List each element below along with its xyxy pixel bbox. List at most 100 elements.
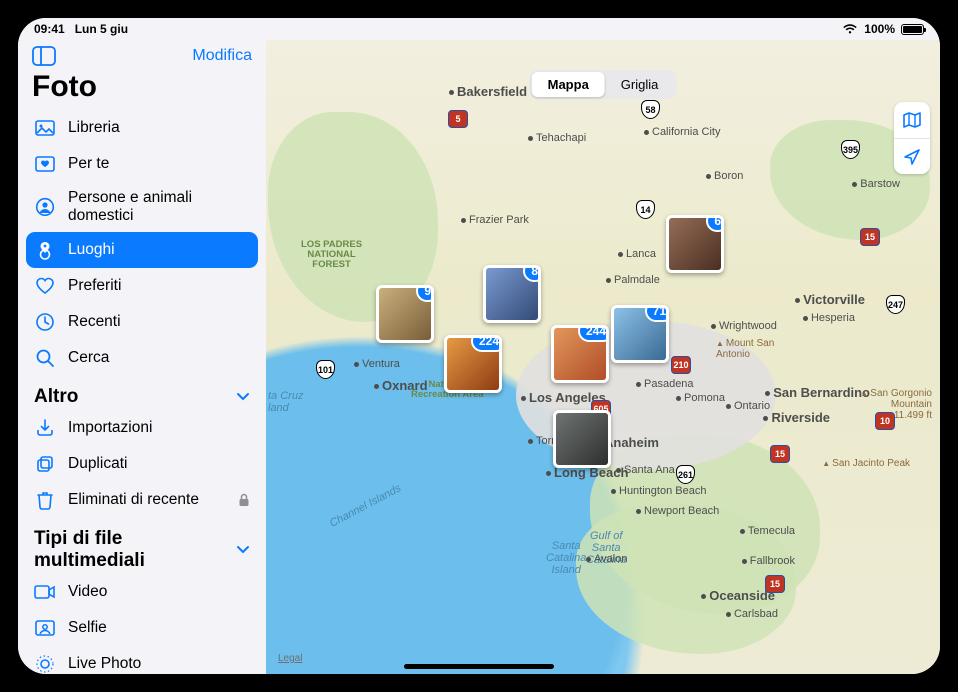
- map-label: San Bernardino: [765, 385, 870, 400]
- status-time: 09:41: [34, 22, 65, 36]
- sidebar: Modifica Foto Libreria Per te Persone e …: [18, 40, 266, 674]
- view-toggle-map[interactable]: Mappa: [532, 72, 605, 97]
- sidebar-item-imports[interactable]: Importazioni: [26, 410, 258, 446]
- map-label: Victorville: [795, 292, 865, 307]
- screen: 09:41 Lun 5 giu 100% ••• Modifica: [18, 18, 940, 674]
- sidebar-item-people[interactable]: Persone e animali domestici: [26, 182, 258, 232]
- edit-button[interactable]: Modifica: [192, 47, 252, 65]
- sidebar-item-label: Luoghi: [68, 241, 115, 259]
- sidebar-item-foryou[interactable]: Per te: [26, 146, 258, 182]
- sidebar-item-library[interactable]: Libreria: [26, 110, 258, 146]
- map-label: ta Cruz land: [268, 390, 323, 414]
- shield-i10: 10: [875, 412, 895, 430]
- shield-i5: 5: [448, 110, 468, 128]
- map-label: Wrightwood: [711, 320, 777, 332]
- trash-icon: [34, 489, 56, 511]
- map-label: Hesperia: [803, 312, 855, 324]
- map-label: LOS PADRES NATIONAL FOREST: [301, 240, 362, 270]
- shield-i210: 210: [671, 356, 691, 374]
- sidebar-item-label: Recenti: [68, 313, 121, 331]
- sidebar-item-label: Cerca: [68, 349, 109, 367]
- status-right: 100%: [842, 22, 924, 36]
- section-header-media[interactable]: Tipi di file multimediali: [26, 518, 258, 574]
- sidebar-item-label: Preferiti: [68, 277, 121, 295]
- map-label: San Gorgonio Mountain 11.499 ft: [860, 388, 932, 421]
- photo-cluster[interactable]: 8: [483, 265, 541, 323]
- sidebar-item-label: Libreria: [68, 119, 120, 137]
- map-label: Pomona: [676, 392, 725, 404]
- sidebar-item-label: Video: [68, 583, 107, 601]
- status-bar: 09:41 Lun 5 giu 100%: [18, 18, 940, 40]
- sidebar-item-places[interactable]: Luoghi: [26, 232, 258, 268]
- map-label: Lanca: [618, 248, 656, 260]
- map-label: Huntington Beach: [611, 485, 706, 497]
- map-label: California City: [644, 126, 720, 138]
- map-label: Riverside: [763, 410, 830, 425]
- home-indicator[interactable]: [404, 664, 554, 669]
- sidebar-item-deleted[interactable]: Eliminati di recente: [26, 482, 258, 518]
- heart-icon: [34, 275, 56, 297]
- cluster-count-badge: 6: [706, 215, 724, 232]
- map-legal[interactable]: Legal: [278, 653, 302, 664]
- sidebar-item-livephoto[interactable]: Live Photo: [26, 646, 258, 674]
- map-label: Santa Catalina Island: [546, 540, 586, 576]
- status-left: 09:41 Lun 5 giu: [34, 22, 128, 36]
- sidebar-item-label: Eliminati di recente: [68, 491, 199, 509]
- map-style-button[interactable]: [894, 102, 930, 138]
- map-label: Carlsbad: [726, 608, 778, 620]
- map-label: Pasadena: [636, 378, 694, 390]
- locate-me-button[interactable]: [894, 138, 930, 174]
- sidebar-item-recents[interactable]: Recenti: [26, 304, 258, 340]
- cluster-count-badge: 244: [578, 325, 609, 342]
- duplicate-icon: [34, 453, 56, 475]
- cluster-count-badge: 8: [523, 265, 541, 282]
- sidebar-item-label: Live Photo: [68, 655, 141, 673]
- sidebar-item-label: Persone e animali domestici: [68, 189, 250, 225]
- chevron-down-icon: [236, 545, 250, 555]
- photo-cluster[interactable]: 244: [551, 325, 609, 383]
- photo-cluster[interactable]: 0: [553, 410, 611, 468]
- view-toggle[interactable]: Mappa Griglia: [530, 70, 677, 99]
- map-label: Bakersfield: [449, 84, 527, 99]
- map-label: Temecula: [740, 525, 795, 537]
- map-label: Avalon: [586, 553, 627, 565]
- sidebar-item-label: Duplicati: [68, 455, 127, 473]
- view-toggle-grid[interactable]: Griglia: [605, 72, 675, 97]
- cluster-thumbnail: [556, 413, 608, 465]
- sidebar-toggle-icon[interactable]: [32, 46, 56, 66]
- section-header-other[interactable]: Altro: [26, 376, 258, 410]
- foryou-icon: [34, 153, 56, 175]
- search-icon: [34, 347, 56, 369]
- map-area[interactable]: Mappa Griglia Bakersfield Tehachapi Cali…: [266, 40, 940, 674]
- photo-cluster[interactable]: 9: [376, 285, 434, 343]
- library-icon: [34, 117, 56, 139]
- sidebar-item-search[interactable]: Cerca: [26, 340, 258, 376]
- selfie-icon: [34, 617, 56, 639]
- shield-i15: 15: [770, 445, 790, 463]
- status-date: Lun 5 giu: [75, 22, 128, 36]
- import-icon: [34, 417, 56, 439]
- map-label: Barstow: [852, 178, 900, 190]
- map-label: Mount San Antonio: [716, 338, 774, 360]
- map-label: Fallbrook: [742, 555, 795, 567]
- battery-pct: 100%: [864, 22, 895, 36]
- sidebar-item-label: Importazioni: [68, 419, 152, 437]
- photo-cluster[interactable]: 224: [444, 335, 502, 393]
- shield-i15: 15: [860, 228, 880, 246]
- map-label: Ventura: [354, 358, 400, 370]
- shield-i15: 15: [765, 575, 785, 593]
- map-label: Newport Beach: [636, 505, 719, 517]
- map-controls: [894, 102, 930, 174]
- sidebar-item-selfie[interactable]: Selfie: [26, 610, 258, 646]
- people-icon: [34, 196, 56, 218]
- sidebar-item-favorites[interactable]: Preferiti: [26, 268, 258, 304]
- video-icon: [34, 581, 56, 603]
- chevron-down-icon: [236, 392, 250, 402]
- ipad-frame: 09:41 Lun 5 giu 100% ••• Modifica: [0, 0, 958, 692]
- app-title: Foto: [18, 66, 266, 110]
- photo-cluster[interactable]: 6: [666, 215, 724, 273]
- cluster-count-badge: 9: [416, 285, 434, 302]
- photo-cluster[interactable]: 71: [611, 305, 669, 363]
- sidebar-item-video[interactable]: Video: [26, 574, 258, 610]
- sidebar-item-duplicates[interactable]: Duplicati: [26, 446, 258, 482]
